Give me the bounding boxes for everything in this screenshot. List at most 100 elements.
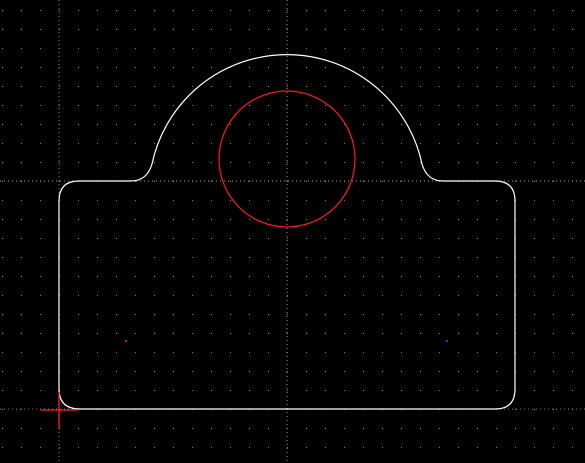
grid-dot bbox=[401, 48, 402, 49]
grid-dot bbox=[78, 67, 79, 68]
grid-dot bbox=[553, 200, 554, 201]
grid-dot bbox=[553, 314, 554, 315]
grid-dot bbox=[496, 390, 497, 391]
grid-dot bbox=[344, 48, 345, 49]
grid-dot bbox=[154, 428, 155, 429]
grid-dot bbox=[306, 447, 307, 448]
grid-dot bbox=[344, 86, 345, 87]
grid-dot bbox=[249, 29, 250, 30]
grid-dot bbox=[2, 86, 3, 87]
grid-dot bbox=[249, 200, 250, 201]
grid-dot bbox=[78, 371, 79, 372]
grid-dot bbox=[344, 390, 345, 391]
grid-dot bbox=[382, 162, 383, 163]
grid-dot bbox=[420, 390, 421, 391]
grid-dot bbox=[249, 10, 250, 11]
grid-dot bbox=[249, 105, 250, 106]
grid-dot bbox=[40, 124, 41, 125]
grid-dot bbox=[116, 333, 117, 334]
grid-dot bbox=[78, 428, 79, 429]
grid-dot bbox=[154, 333, 155, 334]
grid-dot bbox=[97, 48, 98, 49]
grid-dot bbox=[2, 181, 3, 182]
grid-dot bbox=[211, 447, 212, 448]
grid-dot bbox=[173, 238, 174, 239]
grid-dot bbox=[534, 48, 535, 49]
grid-dot bbox=[382, 428, 383, 429]
grid-dot bbox=[439, 352, 440, 353]
grid-dot bbox=[496, 219, 497, 220]
grid-dot bbox=[135, 143, 136, 144]
grid-dot bbox=[192, 48, 193, 49]
grid-dot bbox=[344, 257, 345, 258]
grid-dot bbox=[2, 48, 3, 49]
grid-dot bbox=[21, 29, 22, 30]
grid-dot bbox=[249, 48, 250, 49]
grid-dot bbox=[192, 352, 193, 353]
grid-dot bbox=[268, 200, 269, 201]
grid-dot bbox=[59, 10, 60, 11]
grid-dot bbox=[173, 333, 174, 334]
grid-dot bbox=[40, 257, 41, 258]
grid-dot bbox=[534, 219, 535, 220]
grid-dot bbox=[458, 124, 459, 125]
grid-dot bbox=[572, 105, 573, 106]
grid-dot bbox=[325, 200, 326, 201]
grid-dot bbox=[154, 371, 155, 372]
grid-dot bbox=[116, 67, 117, 68]
grid-dot bbox=[477, 314, 478, 315]
grid-dot bbox=[325, 428, 326, 429]
grid-dot bbox=[382, 10, 383, 11]
grid-dot bbox=[21, 390, 22, 391]
grid-dot bbox=[363, 105, 364, 106]
grid-dot bbox=[230, 295, 231, 296]
grid-dot bbox=[515, 143, 516, 144]
grid-dot bbox=[154, 219, 155, 220]
grid-dot bbox=[268, 447, 269, 448]
grid-dot bbox=[344, 314, 345, 315]
grid-dot bbox=[439, 124, 440, 125]
grid-dot bbox=[572, 219, 573, 220]
grid-dot bbox=[211, 352, 212, 353]
grid-dot bbox=[192, 29, 193, 30]
grid-dot bbox=[40, 10, 41, 11]
grid-dot bbox=[287, 86, 288, 87]
grid-dot bbox=[553, 428, 554, 429]
grid-dot bbox=[268, 390, 269, 391]
grid-dot bbox=[154, 200, 155, 201]
grid-dot bbox=[154, 67, 155, 68]
grid-dot bbox=[211, 200, 212, 201]
grid-dot bbox=[59, 67, 60, 68]
grid-dot bbox=[173, 314, 174, 315]
grid-dot bbox=[420, 124, 421, 125]
grid-dot bbox=[268, 48, 269, 49]
grid-dot bbox=[458, 105, 459, 106]
grid-dot bbox=[21, 10, 22, 11]
grid-dot bbox=[420, 10, 421, 11]
grid-dot bbox=[534, 86, 535, 87]
grid-dot bbox=[363, 238, 364, 239]
grid-dot bbox=[306, 371, 307, 372]
grid-dot bbox=[97, 257, 98, 258]
grid-dot bbox=[420, 86, 421, 87]
grid-dot bbox=[553, 276, 554, 277]
drawing-surface[interactable] bbox=[0, 0, 585, 463]
grid-dot bbox=[344, 428, 345, 429]
grid-dot bbox=[2, 352, 3, 353]
grid-dot bbox=[40, 200, 41, 201]
grid-dot bbox=[97, 276, 98, 277]
grid-dot bbox=[325, 333, 326, 334]
grid-dot bbox=[458, 276, 459, 277]
grid-dot bbox=[59, 447, 60, 448]
grid-dot bbox=[78, 276, 79, 277]
grid-dot bbox=[477, 276, 478, 277]
grid-dot bbox=[401, 352, 402, 353]
grid-dot bbox=[496, 257, 497, 258]
grid-dot bbox=[211, 124, 212, 125]
cad-canvas[interactable] bbox=[0, 0, 585, 463]
grid-dot bbox=[382, 257, 383, 258]
grid-dot bbox=[97, 371, 98, 372]
grid-dot bbox=[116, 371, 117, 372]
grid-dot bbox=[2, 257, 3, 258]
grid-dot bbox=[192, 333, 193, 334]
